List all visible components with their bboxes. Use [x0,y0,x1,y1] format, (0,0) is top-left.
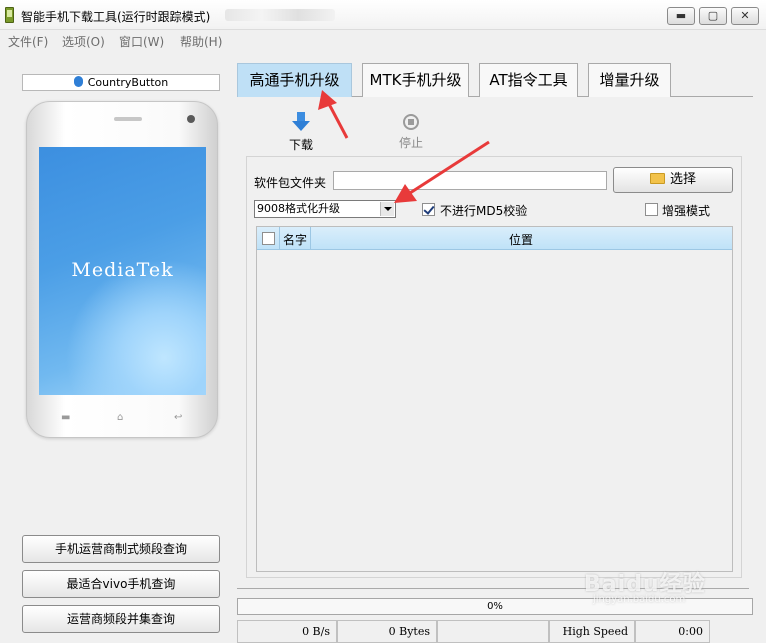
download-label: 下载 [288,138,313,152]
chevron-down-icon[interactable] [380,202,394,216]
country-button[interactable]: CountryButton [22,74,220,91]
progress-percent: 0% [487,601,503,612]
maximize-button[interactable]: ▢ [699,7,727,25]
window-title: 智能手机下载工具(运行时跟踪模式) [21,10,211,24]
skip-md5-checkbox[interactable] [422,203,435,216]
upgrade-mode-value: 9008格式化升级 [257,202,340,215]
phone-camera [187,115,195,123]
column-location[interactable]: 位置 [509,231,533,248]
menu-file[interactable]: 文件(F) [8,33,48,50]
phone-earpiece [114,117,142,121]
carrier-band-query-button[interactable]: 手机运营商制式频段查询 [22,535,220,563]
app-icon [5,7,14,23]
skip-md5-label: 不进行MD5校验 [440,204,528,218]
menu-key-icon: ▬ [61,412,71,423]
vivo-phone-query-button[interactable]: 最适合vivo手机查询 [22,570,220,598]
status-time: 0:00 [635,620,710,643]
file-table: 名字 位置 [256,226,733,572]
menu-bar: 文件(F) 选项(O) 窗口(W) 帮助(H) [0,30,766,50]
phone-screen: MediaTek [39,147,206,395]
status-speed: 0 B/s [237,620,337,643]
home-key-icon: ⌂ [117,412,124,423]
title-bar: 智能手机下载工具(运行时跟踪模式) ▬ ▢ ✕ [0,0,766,30]
status-mode: High Speed [549,620,635,643]
menu-help[interactable]: 帮助(H) [180,33,222,50]
back-key-icon: ↩ [174,412,183,423]
blurred-title-area [225,9,335,21]
refresh-icon [73,76,83,87]
upgrade-mode-select[interactable]: 9008格式化升级 [254,200,396,218]
tab-mtk-upgrade[interactable]: MTK手机升级 [362,63,469,97]
tab-at-command[interactable]: AT指令工具 [479,63,578,97]
folder-label: 软件包文件夹 [254,176,327,190]
stop-button[interactable]: 停止 [395,114,427,151]
table-header: 名字 位置 [257,227,732,250]
tab-qualcomm-upgrade[interactable]: 高通手机升级 [237,63,352,97]
select-folder-button[interactable]: 选择 [613,167,733,193]
close-button[interactable]: ✕ [731,7,759,25]
phone-brand: MediaTek [71,259,174,281]
folder-path-input[interactable] [333,171,607,190]
carrier-band-union-button[interactable]: 运营商频段并集查询 [22,605,220,633]
tab-incremental-upgrade[interactable]: 增量升级 [588,63,671,97]
baidu-watermark-url: jingyan.baidu.com [593,594,686,605]
select-button-label: 选择 [669,172,696,187]
phone-image: MediaTek ▬ ⌂ ↩ [26,101,218,438]
stop-icon [403,114,419,130]
download-button[interactable]: 下载 [285,112,317,153]
column-name[interactable]: 名字 [283,231,307,248]
select-all-checkbox[interactable] [262,232,275,245]
menu-options[interactable]: 选项(O) [62,33,105,50]
enhanced-mode-checkbox[interactable] [645,203,658,216]
status-bytes: 0 Bytes [337,620,437,643]
download-arrow-icon [292,112,310,132]
country-button-label: CountryButton [87,76,169,89]
stop-label: 停止 [398,136,423,150]
enhanced-mode-label: 增强模式 [662,204,711,218]
menu-window[interactable]: 窗口(W) [119,33,164,50]
folder-icon [649,173,665,184]
status-blank [437,620,549,643]
minimize-button[interactable]: ▬ [667,7,695,25]
annotation-arrow-tab [318,90,349,139]
